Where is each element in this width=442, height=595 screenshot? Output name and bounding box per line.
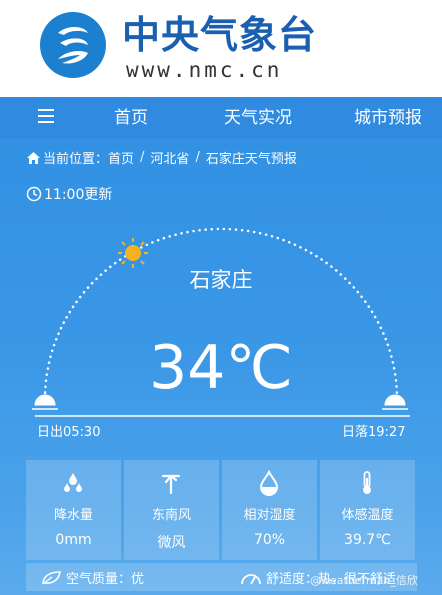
humidity-value: 70% xyxy=(253,532,286,548)
menu-icon[interactable] xyxy=(38,109,54,123)
thermometer-icon xyxy=(363,471,371,494)
sunset-icon xyxy=(382,394,408,410)
feels-like-label: 体感温度 xyxy=(341,508,394,523)
precipitation-card: 降水量 0mm xyxy=(26,460,121,560)
main-nav: 首页 天气实况 城市预报 xyxy=(0,97,442,139)
nav-home[interactable]: 首页 xyxy=(114,97,148,139)
nav-city-forecast[interactable]: 城市预报 xyxy=(354,97,422,139)
weather-stats: 降水量 0mm 东南风 微风 相对湿度 70% 体感温度 39.7℃ xyxy=(26,460,417,560)
wind-card: 东南风 微风 xyxy=(124,460,219,560)
feels-like-card: 体感温度 39.7℃ xyxy=(320,460,415,560)
air-quality-text: 空气质量：优 xyxy=(66,572,145,587)
leaf-icon xyxy=(42,570,61,585)
watermark: @weatherman_信欣 xyxy=(310,574,418,587)
humidity-card: 相对湿度 70% xyxy=(222,460,317,560)
raindrops-icon xyxy=(64,473,82,492)
weather-panel: 当前位置： 首页 / 河北省 / 石家庄天气预报 11:00更新 石家庄 34℃… xyxy=(0,139,442,595)
gauge-icon xyxy=(241,573,261,584)
wind-icon xyxy=(161,474,181,495)
logo-swirl-icon xyxy=(58,27,88,64)
sunrise-icon xyxy=(32,391,58,410)
precipitation-value: 0mm xyxy=(55,532,92,548)
air-quality: 空气质量：优 xyxy=(40,568,144,587)
city-name: 石家庄 xyxy=(189,268,253,292)
sunset-time: 日落19:27 xyxy=(342,425,406,440)
humidity-label: 相对湿度 xyxy=(243,508,296,523)
wind-direction-label: 东南风 xyxy=(151,508,191,523)
humidity-drop-icon xyxy=(259,470,279,496)
nav-live-weather[interactable]: 天气实况 xyxy=(224,97,292,139)
site-domain: www.nmc.cn xyxy=(126,58,283,82)
site-header: 中央气象台 www.nmc.cn xyxy=(0,0,442,97)
current-temperature: 34℃ xyxy=(149,333,293,403)
site-title: 中央气象台 xyxy=(122,13,318,57)
nmc-logo[interactable] xyxy=(40,12,106,78)
wind-strength-value: 微风 xyxy=(157,535,186,551)
precipitation-label: 降水量 xyxy=(53,508,93,523)
feels-like-value: 39.7℃ xyxy=(344,532,391,548)
sunrise-time: 日出05:30 xyxy=(37,425,101,440)
sun-icon xyxy=(118,238,148,268)
